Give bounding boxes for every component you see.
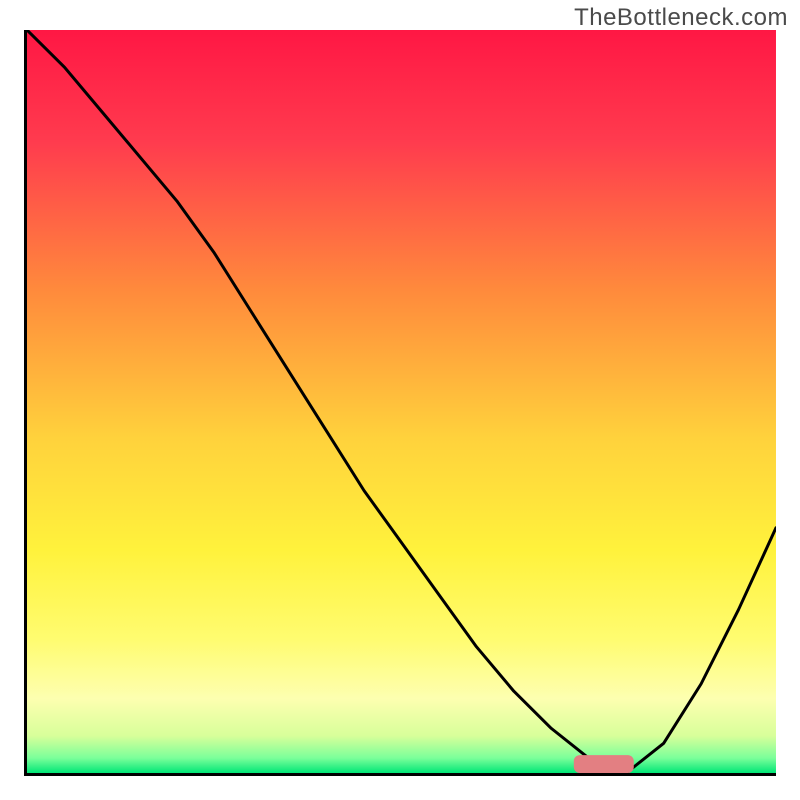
chart-container: TheBottleneck.com (0, 0, 800, 800)
chart-overlay (27, 30, 776, 773)
curve-line (27, 30, 776, 773)
highlight-marker (574, 755, 634, 773)
watermark-text: TheBottleneck.com (574, 4, 788, 32)
plot-area (24, 30, 776, 776)
